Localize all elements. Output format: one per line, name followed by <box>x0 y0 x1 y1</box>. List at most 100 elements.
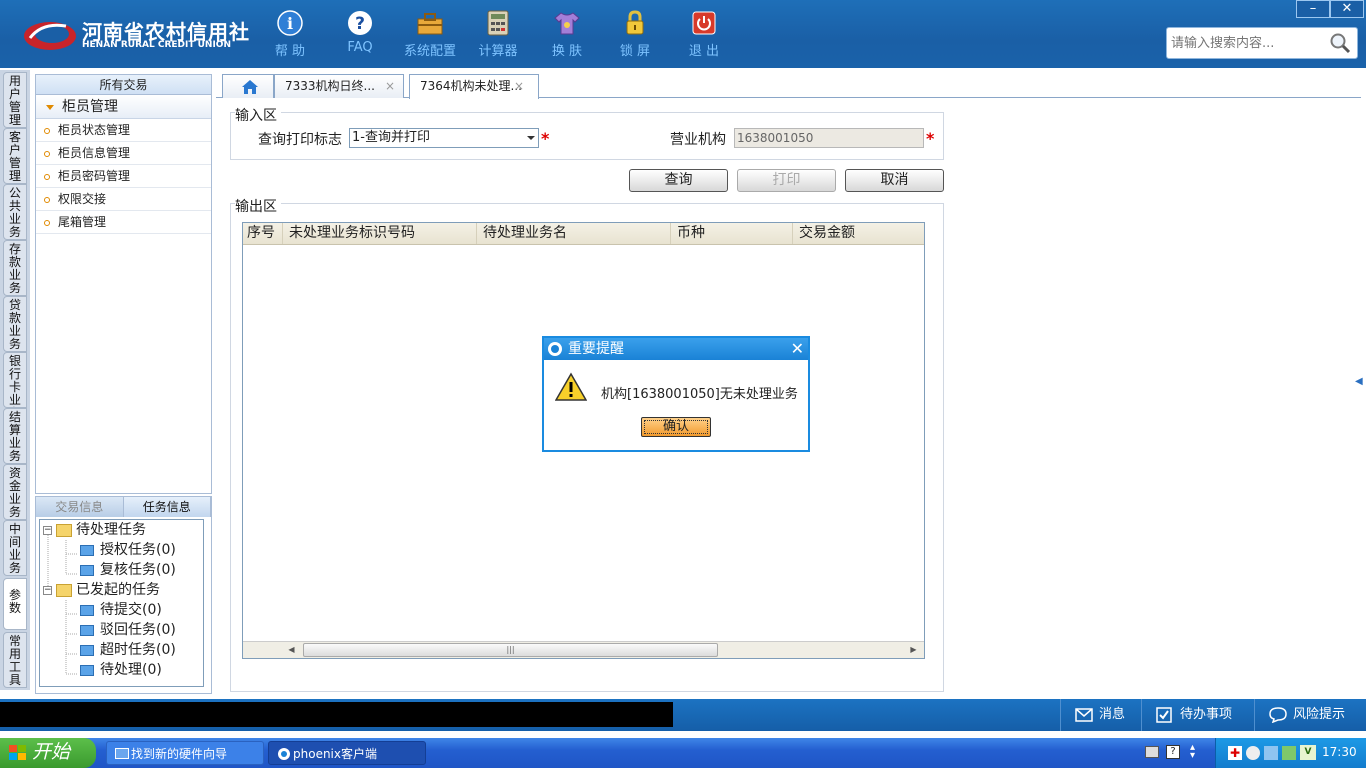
minimize-button[interactable]: – <box>1296 0 1330 18</box>
messages-button[interactable]: 消息 <box>1060 699 1140 731</box>
query-flag-select[interactable]: 1-查询并打印 <box>349 128 539 148</box>
change-skin-button[interactable]: 换 肤 <box>532 8 602 60</box>
help-tray-icon[interactable]: ? <box>1166 745 1180 759</box>
calculator-button[interactable]: 计算器 <box>463 8 533 60</box>
faq-label: FAQ <box>347 40 373 55</box>
todo-label: 待办事项 <box>1180 707 1233 722</box>
horizontal-scrollbar[interactable]: ◀ ||| ▶ <box>243 641 924 658</box>
cancel-button[interactable]: 取消 <box>845 169 944 192</box>
column-header[interactable]: 序号 <box>243 223 283 244</box>
tab-7364[interactable]: 7364机构未处理... × <box>409 74 539 99</box>
menu-group-teller-management[interactable]: 柜员管理 <box>36 95 211 119</box>
menu-item-tail-box[interactable]: 尾箱管理 <box>36 211 211 234</box>
app-logo-icon <box>548 342 562 356</box>
security-tray-icon[interactable] <box>1282 746 1296 760</box>
vtab-public-business[interactable]: 公共业务 <box>3 184 27 240</box>
lock-screen-button[interactable]: 锁 屏 <box>600 8 670 60</box>
tree-node-review-task[interactable]: 复核任务(0) <box>80 561 176 579</box>
required-marker: * <box>541 129 550 148</box>
close-tab-icon[interactable]: × <box>385 75 395 97</box>
search-input[interactable] <box>1171 29 1321 57</box>
tree-node-rejected[interactable]: 驳回任务(0) <box>80 621 176 639</box>
taskbar-item-phoenix-client[interactable]: phoenix客户端 <box>268 741 426 765</box>
vtab-customer-management[interactable]: 客户管理 <box>3 128 27 184</box>
tree-node-auth-task[interactable]: 授权任务(0) <box>80 541 176 559</box>
content-tabs: 7333机构日终... × 7364机构未处理... × <box>216 72 1361 99</box>
close-tab-icon[interactable]: × <box>514 75 524 97</box>
top-header-bar: 河南省农村信用社 HENAN RURAL CREDIT UNION i 帮 助 … <box>0 0 1366 68</box>
calculator-label: 计算器 <box>478 44 518 59</box>
tab-task-info[interactable]: 任务信息 <box>123 497 211 517</box>
chevron-down-icon <box>527 136 535 140</box>
task-icon <box>80 544 94 556</box>
exit-button[interactable]: 退 出 <box>669 8 739 60</box>
collapse-right-panel-handle[interactable]: ◀ <box>1355 362 1363 406</box>
home-icon <box>242 79 258 94</box>
search-icon[interactable] <box>1329 32 1351 54</box>
risk-alert-button[interactable]: 风险提示 <box>1254 699 1366 731</box>
tree-node-label: 超时任务(0) <box>100 642 176 658</box>
tab-label: 7333机构日终... <box>285 79 375 93</box>
tab-7333[interactable]: 7333机构日终... × <box>274 74 404 98</box>
vtab-bank-card-business[interactable]: 银行卡业务 <box>3 352 27 408</box>
network-icon[interactable] <box>1264 746 1278 760</box>
vtab-parameters[interactable]: 参数 <box>3 578 27 630</box>
close-window-button[interactable]: ✕ <box>1330 0 1364 18</box>
system-config-button[interactable]: 系统配置 <box>395 8 465 60</box>
faq-button[interactable]: ? FAQ <box>325 8 395 60</box>
risk-alert-label: 风险提示 <box>1293 707 1346 722</box>
keyboard-icon[interactable] <box>1145 746 1159 758</box>
scroll-left-icon[interactable]: ◀ <box>283 642 300 658</box>
vtab-fund-business[interactable]: 资金业务 <box>3 464 27 520</box>
menu-item-teller-status[interactable]: 柜员状态管理 <box>36 119 211 142</box>
todo-button[interactable]: 待办事项 <box>1141 699 1253 731</box>
ime-arrows-icon[interactable]: ▴ ▾ <box>1190 743 1200 761</box>
column-header[interactable]: 未处理业务标识号码 <box>283 223 477 244</box>
vtab-loan-business[interactable]: 贷款业务 <box>3 296 27 352</box>
status-message-area <box>0 702 673 727</box>
tree-node-timeout[interactable]: 超时任务(0) <box>80 641 176 659</box>
logo-mark-icon <box>24 22 76 50</box>
system-config-label: 系统配置 <box>403 44 456 59</box>
task-icon <box>80 604 94 616</box>
help-label: 帮 助 <box>274 44 306 59</box>
start-label: 开始 <box>32 741 71 763</box>
chat-bubble-icon <box>1269 706 1287 723</box>
scroll-right-icon[interactable]: ▶ <box>905 642 922 658</box>
collapse-icon[interactable]: − <box>43 525 52 535</box>
vtab-intermediate-business[interactable]: 中间业务 <box>3 520 27 576</box>
confirm-button[interactable]: 确认 <box>641 417 711 437</box>
vtab-common-tools[interactable]: 常用工具 <box>3 632 27 688</box>
menu-item-permission-handover[interactable]: 权限交接 <box>36 188 211 211</box>
tree-node-initiated[interactable]: − 已发起的任务 <box>43 581 160 599</box>
collapse-icon[interactable]: − <box>43 585 52 595</box>
menu-item-teller-password[interactable]: 柜员密码管理 <box>36 165 211 188</box>
print-button[interactable]: 打印 <box>737 169 836 192</box>
vtab-settlement-business[interactable]: 结算业务 <box>3 408 27 464</box>
menu-item-teller-info[interactable]: 柜员信息管理 <box>36 142 211 165</box>
help-button[interactable]: i 帮 助 <box>255 8 325 60</box>
taskbar-item-hardware-wizard[interactable]: 找到新的硬件向导 <box>106 741 264 765</box>
column-header[interactable]: 币种 <box>671 223 793 244</box>
tab-transaction-info[interactable]: 交易信息 <box>36 497 124 517</box>
query-button[interactable]: 查询 <box>629 169 728 192</box>
column-header[interactable]: 交易金额 <box>793 223 924 244</box>
tree-node-to-process[interactable]: 待处理(0) <box>80 661 162 679</box>
tray-app-icon[interactable] <box>1246 746 1260 760</box>
v-tray-icon[interactable]: V <box>1300 745 1316 760</box>
vtab-deposit-business[interactable]: 存款业务 <box>3 240 27 296</box>
close-icon[interactable]: ✕ <box>791 338 804 360</box>
red-cross-tray-icon[interactable]: ✚ <box>1228 746 1242 760</box>
warning-icon <box>555 372 587 401</box>
tree-node-to-submit[interactable]: 待提交(0) <box>80 601 162 619</box>
question-icon: ? <box>348 11 372 35</box>
tab-home[interactable] <box>222 74 274 98</box>
column-header[interactable]: 待处理业务名 <box>477 223 671 244</box>
task-icon <box>80 624 94 636</box>
tree-node-pending[interactable]: − 待处理任务 <box>43 521 146 539</box>
start-button[interactable]: 开始 <box>0 738 96 768</box>
taskbar-item-label: phoenix客户端 <box>293 747 377 761</box>
vtab-user-management[interactable]: 用户管理 <box>3 72 27 128</box>
search-box <box>1166 27 1358 59</box>
scroll-thumb[interactable]: ||| <box>303 643 718 657</box>
